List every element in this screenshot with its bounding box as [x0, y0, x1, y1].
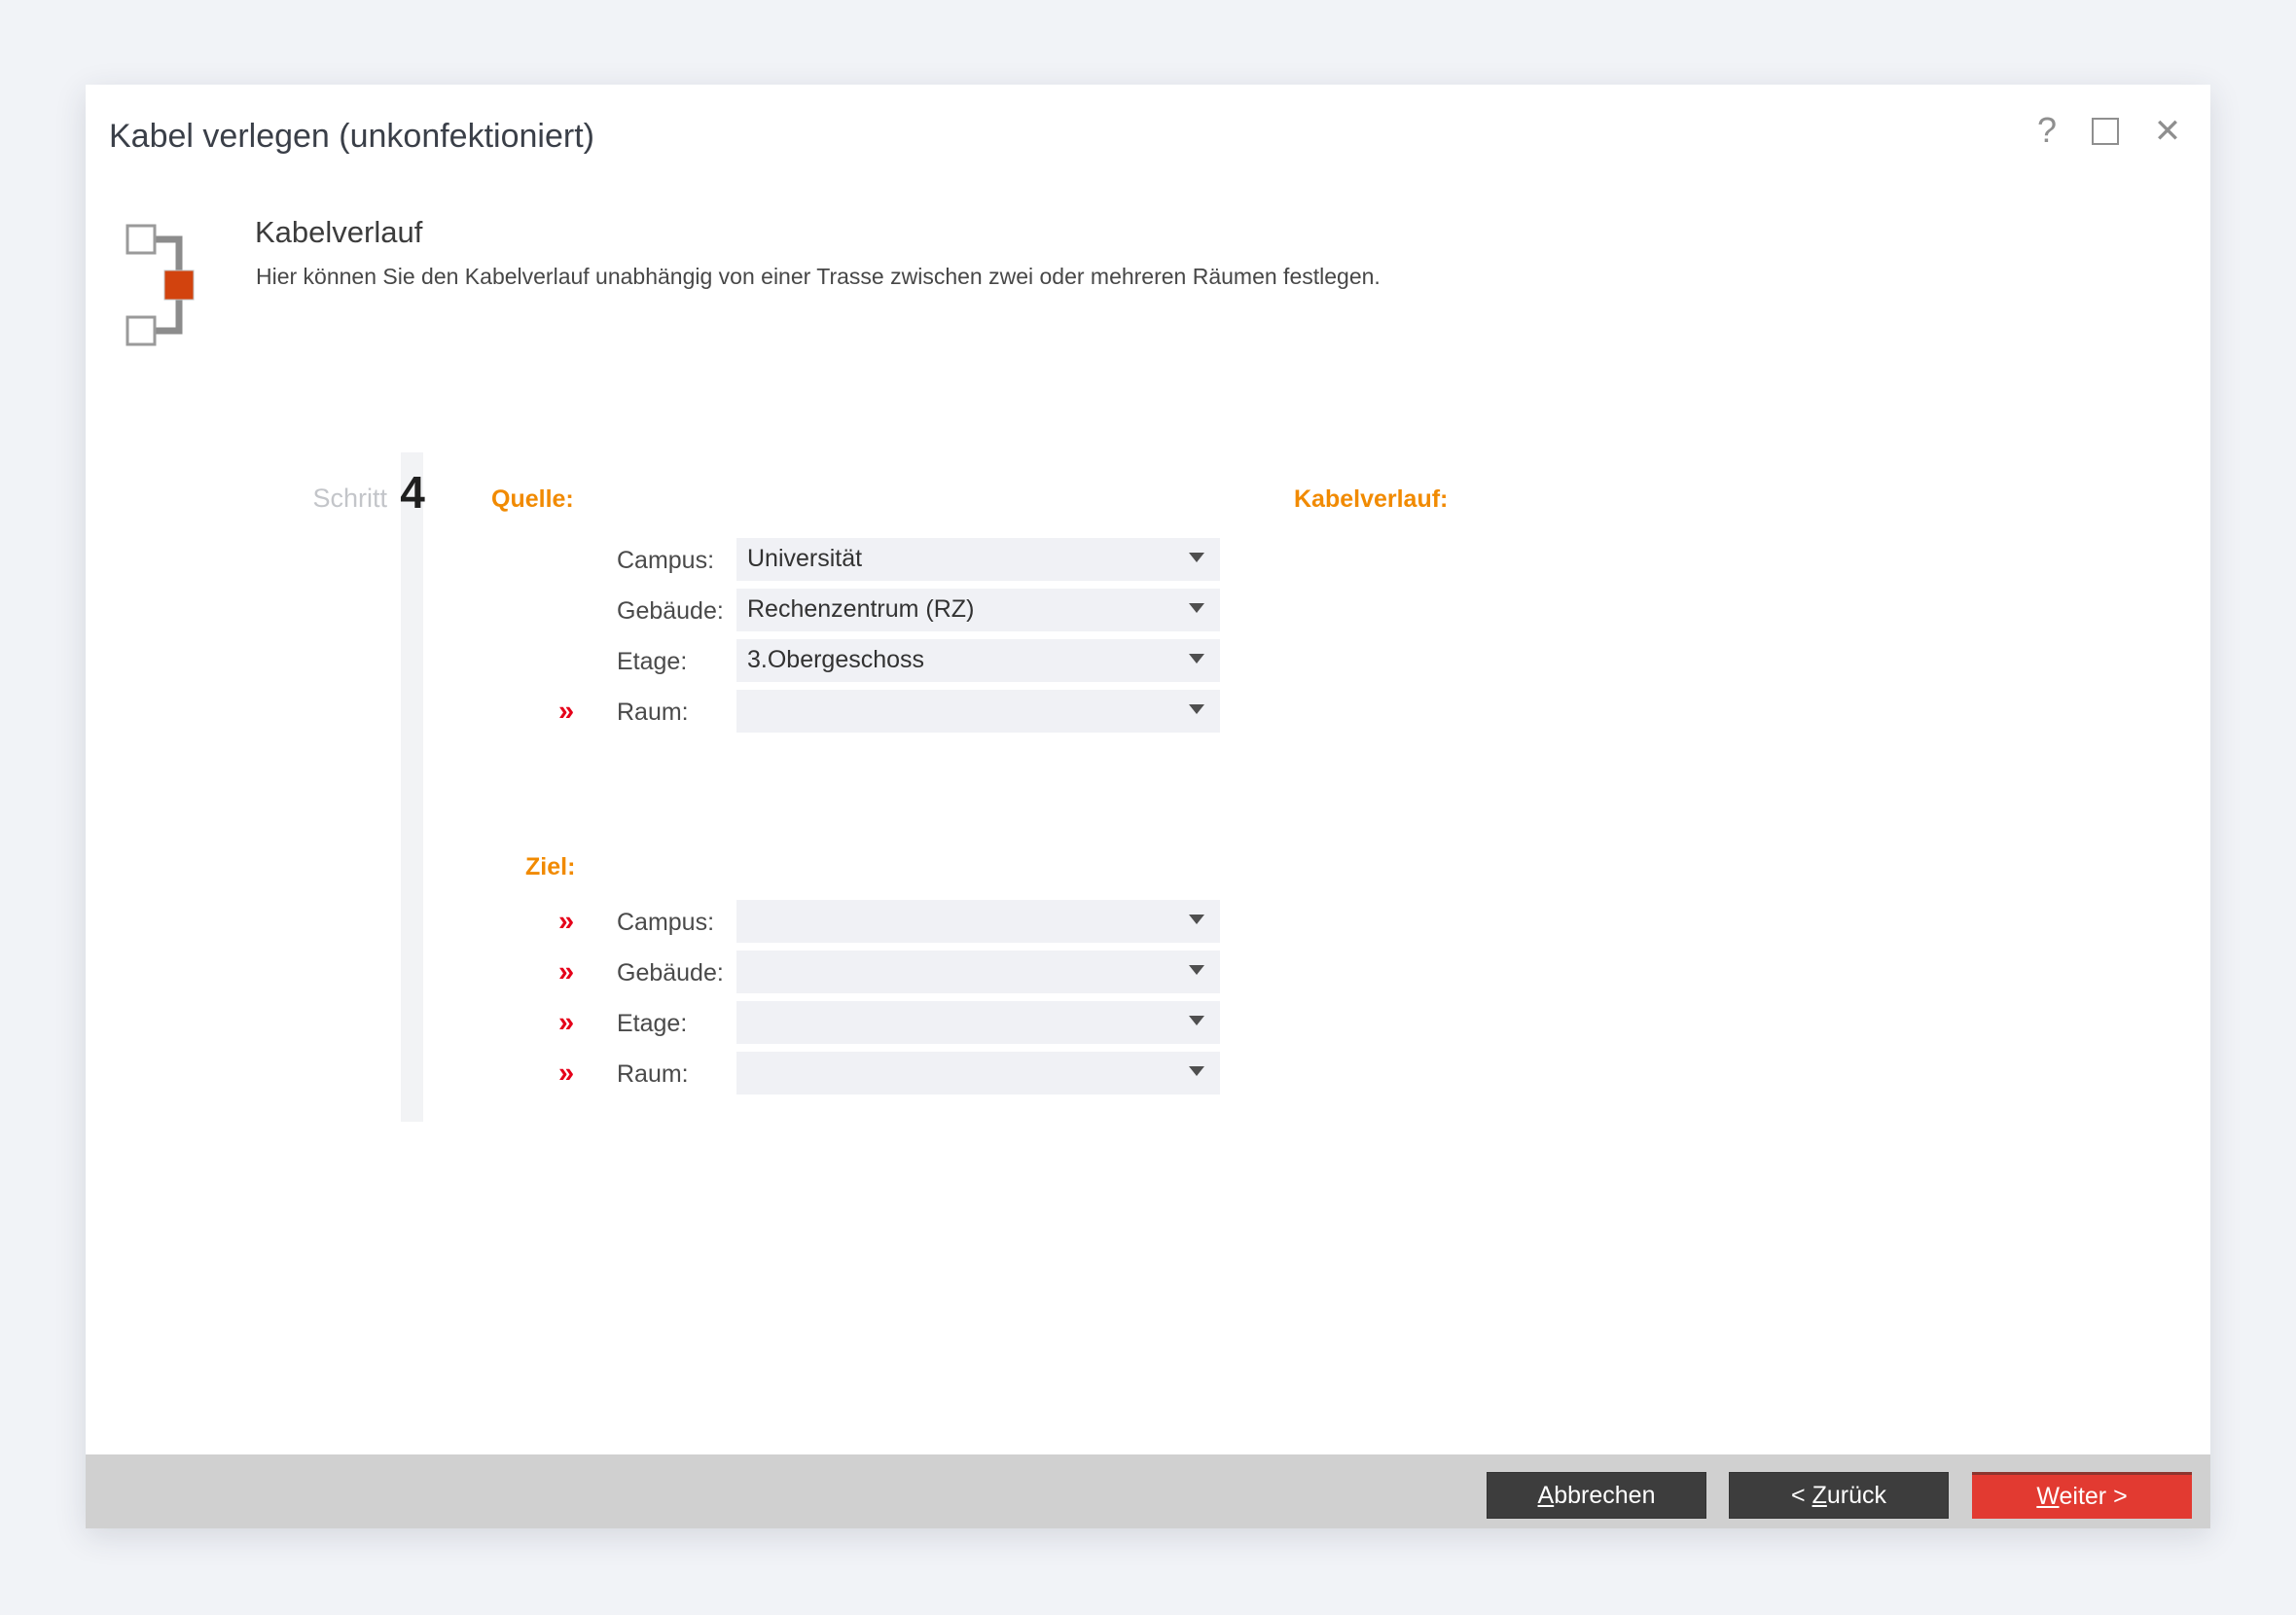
wizard-dialog: Kabel verlegen (unkonfektioniert) ? ✕ Ka…	[86, 85, 2210, 1528]
cancel-button-post: bbrechen	[1554, 1482, 1655, 1509]
quelle-raum-dropdown[interactable]	[736, 690, 1220, 733]
chevron-down-icon	[1189, 915, 1204, 924]
page-description: Hier können Sie den Kabelverlauf unabhän…	[256, 264, 1381, 290]
ziel-gebaeude-label: Gebäude:	[617, 959, 724, 987]
section-title-ziel: Ziel:	[525, 853, 575, 881]
quelle-gebaeude-value: Rechenzentrum (RZ)	[747, 595, 974, 624]
next-button-key: W	[2036, 1483, 2059, 1510]
chevron-down-icon	[1189, 553, 1204, 562]
cancel-button-key: A	[1538, 1482, 1555, 1509]
ziel-etage-label: Etage:	[617, 1010, 687, 1038]
quelle-etage-row: Etage: 3.Obergeschoss	[553, 639, 1224, 682]
ziel-gebaeude-dropdown[interactable]	[736, 951, 1220, 993]
cancel-button[interactable]: Abbrechen	[1487, 1472, 1706, 1519]
next-button-post: eiter >	[2059, 1483, 2127, 1510]
quelle-campus-row: Campus: Universität	[553, 538, 1224, 581]
ziel-campus-label: Campus:	[617, 909, 714, 937]
back-button[interactable]: < Zurück	[1729, 1472, 1949, 1519]
quelle-gebaeude-label: Gebäude:	[617, 597, 724, 626]
required-marker-icon: »	[558, 696, 574, 728]
required-marker-icon: »	[558, 906, 574, 938]
ziel-gebaeude-row: » Gebäude:	[553, 951, 1224, 993]
wizard-step-icon	[125, 223, 204, 347]
required-marker-icon: »	[558, 1058, 574, 1090]
chevron-down-icon	[1189, 603, 1204, 613]
quelle-campus-dropdown[interactable]: Universität	[736, 538, 1220, 581]
quelle-raum-label: Raum:	[617, 699, 689, 727]
window-title: Kabel verlegen (unkonfektioniert)	[109, 118, 594, 156]
back-button-pre: <	[1791, 1482, 1812, 1509]
ziel-raum-label: Raum:	[617, 1060, 689, 1089]
ziel-campus-row: » Campus:	[553, 900, 1224, 943]
quelle-gebaeude-dropdown[interactable]: Rechenzentrum (RZ)	[736, 589, 1220, 631]
ziel-raum-row: » Raum:	[553, 1052, 1224, 1095]
quelle-campus-value: Universität	[747, 545, 862, 573]
section-title-kabelverlauf: Kabelverlauf:	[1294, 485, 1448, 514]
step-number: 4	[395, 466, 430, 519]
quelle-campus-label: Campus:	[617, 547, 714, 575]
help-icon[interactable]: ?	[2027, 110, 2066, 151]
ziel-etage-row: » Etage:	[553, 1001, 1224, 1044]
chevron-down-icon	[1189, 654, 1204, 664]
back-button-post: urück	[1827, 1482, 1886, 1509]
chevron-down-icon	[1189, 704, 1204, 714]
ziel-etage-dropdown[interactable]	[736, 1001, 1220, 1044]
page-title: Kabelverlauf	[255, 215, 422, 250]
chevron-down-icon	[1189, 965, 1204, 975]
close-icon[interactable]: ✕	[2146, 112, 2189, 151]
quelle-etage-dropdown[interactable]: 3.Obergeschoss	[736, 639, 1220, 682]
next-button[interactable]: Weiter >	[1972, 1472, 2192, 1519]
back-button-key: Z	[1812, 1482, 1827, 1509]
ziel-campus-dropdown[interactable]	[736, 900, 1220, 943]
quelle-etage-value: 3.Obergeschoss	[747, 646, 924, 674]
ziel-raum-dropdown[interactable]	[736, 1052, 1220, 1095]
required-marker-icon: »	[558, 956, 574, 988]
quelle-etage-label: Etage:	[617, 648, 687, 676]
step-label: Schritt	[202, 484, 387, 514]
section-title-quelle: Quelle:	[491, 485, 574, 514]
quelle-raum-row: » Raum:	[553, 690, 1224, 733]
quelle-gebaeude-row: Gebäude: Rechenzentrum (RZ)	[553, 589, 1224, 631]
maximize-icon[interactable]	[2092, 118, 2119, 145]
chevron-down-icon	[1189, 1066, 1204, 1076]
step-progress-bar	[401, 452, 423, 1122]
chevron-down-icon	[1189, 1016, 1204, 1025]
required-marker-icon: »	[558, 1007, 574, 1039]
